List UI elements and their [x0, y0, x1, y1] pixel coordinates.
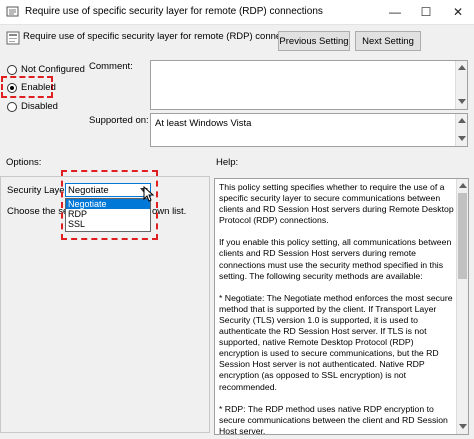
radio-not-configured[interactable]: Not Configured: [7, 64, 85, 75]
supported-on-value: At least Windows Vista: [155, 118, 252, 129]
choose-text-start: Choose the se: [7, 206, 69, 217]
radio-indicator: [7, 101, 17, 112]
window-title: Require use of specific security layer f…: [25, 6, 323, 17]
dropdown-option[interactable]: SSL: [66, 219, 150, 229]
comment-label: Comment:: [89, 61, 133, 72]
help-paragraph: This policy setting specifies whether to…: [219, 182, 454, 226]
help-paragraph: * RDP: The RDP method uses native RDP en…: [219, 403, 448, 435]
previous-setting-button[interactable]: Previous Setting: [278, 31, 350, 51]
radio-not-configured-label: Not Configured: [21, 64, 85, 75]
dropdown-option[interactable]: RDP: [66, 209, 150, 219]
policy-name: Require use of specific security layer f…: [23, 31, 307, 42]
help-text: This policy setting specifies whether to…: [219, 182, 455, 435]
mouse-cursor-icon: [143, 186, 155, 202]
scroll-up-icon[interactable]: [458, 118, 466, 123]
supported-on-label: Supported on:: [89, 115, 149, 126]
radio-disabled[interactable]: Disabled: [7, 101, 58, 112]
radio-disabled-label: Disabled: [21, 101, 58, 112]
policy-setting-icon: [6, 31, 20, 45]
dropdown-option[interactable]: Negotiate: [66, 199, 150, 209]
help-paragraph: * Negotiate: The Negotiate method enforc…: [219, 292, 453, 392]
next-setting-button[interactable]: Next Setting: [355, 31, 421, 51]
policy-window-icon: [6, 6, 19, 17]
help-paragraph: If you enable this policy setting, all c…: [219, 237, 452, 281]
help-label: Help:: [216, 157, 239, 168]
supported-scrollbar[interactable]: [455, 114, 467, 146]
scroll-down-icon[interactable]: [459, 424, 467, 429]
scroll-up-icon[interactable]: [458, 65, 466, 70]
security-layer-selected-value: Negotiate: [68, 185, 109, 196]
close-button[interactable]: ✕: [443, 0, 473, 24]
comment-textarea[interactable]: [150, 60, 468, 110]
supported-on-field: At least Windows Vista: [150, 113, 468, 147]
scroll-down-icon[interactable]: [458, 99, 466, 104]
scroll-down-icon[interactable]: [458, 136, 466, 141]
radio-enabled[interactable]: Enabled: [7, 82, 56, 93]
radio-indicator: [7, 64, 17, 75]
help-pane: This policy setting specifies whether to…: [214, 178, 469, 435]
help-scrollbar[interactable]: [456, 179, 468, 434]
maximize-button[interactable]: ☐: [411, 0, 441, 24]
comment-scrollbar[interactable]: [455, 61, 467, 109]
security-layer-select[interactable]: Negotiate: [65, 183, 151, 197]
security-layer-label: Security Layer: [7, 185, 68, 196]
radio-indicator-checked: [7, 82, 17, 93]
scroll-thumb[interactable]: [458, 193, 467, 279]
security-layer-dropdown-list: Negotiate RDP SSL: [65, 198, 151, 232]
minimize-button[interactable]: —: [380, 0, 410, 24]
radio-enabled-label: Enabled: [21, 82, 56, 93]
options-label: Options:: [6, 157, 42, 168]
scroll-up-icon[interactable]: [459, 183, 467, 188]
